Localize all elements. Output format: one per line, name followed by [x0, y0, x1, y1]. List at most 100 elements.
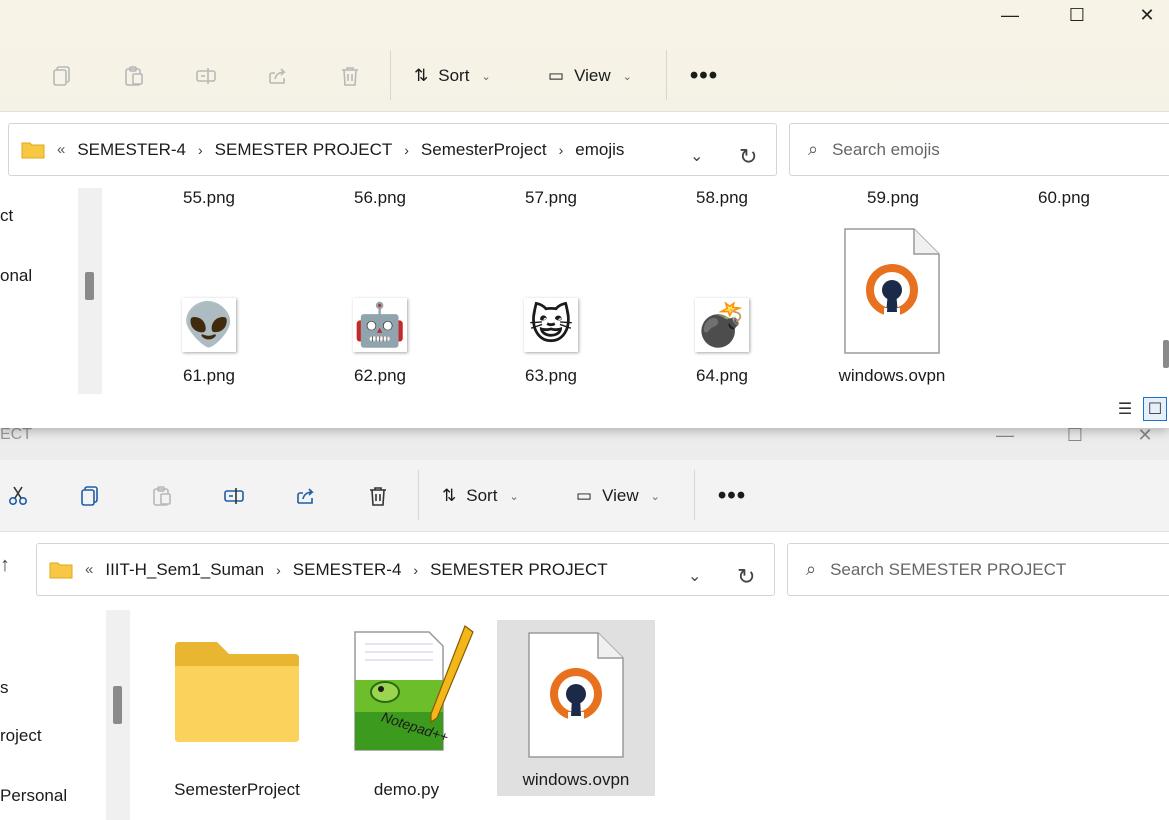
paste-button[interactable]	[144, 478, 180, 514]
breadcrumb-item[interactable]: SEMESTER-4	[77, 140, 186, 160]
nav-item[interactable]: onal	[0, 266, 32, 286]
nav-scrollbar[interactable]	[78, 188, 102, 394]
refresh-icon[interactable]: ↻	[739, 144, 757, 170]
file-item[interactable]: 💣 64.png	[672, 298, 772, 398]
view-button[interactable]: ▭ View ⌄	[576, 478, 660, 514]
file-list: 55.png 56.png 57.png 58.png 59.png 60.pn…	[104, 188, 1169, 428]
breadcrumb-item[interactable]: SEMESTER PROJECT	[430, 560, 608, 580]
search-placeholder: Search SEMESTER PROJECT	[830, 559, 1067, 579]
folder-icon	[21, 142, 45, 158]
breadcrumb-item[interactable]: SEMESTER-4	[293, 560, 402, 580]
folder-icon	[175, 642, 299, 742]
trash-icon	[370, 487, 386, 506]
nav-item[interactable]: s	[0, 678, 9, 698]
file-name: 57.png	[525, 188, 577, 207]
file-name: 56.png	[354, 188, 406, 207]
search-placeholder: Search emojis	[832, 139, 940, 159]
view-label: View	[574, 66, 611, 85]
large-icons-view-icon[interactable]: ☐	[1143, 397, 1167, 421]
robot-image-icon: 🤖	[353, 298, 407, 352]
sort-icon: ⇅	[414, 66, 429, 85]
share-icon	[297, 488, 314, 504]
address-bar[interactable]: « IIIT-H_Sem1_Suman › SEMESTER-4 › SEMES…	[36, 543, 775, 596]
file-name: demo.py	[373, 780, 440, 799]
maximize-button[interactable]: ☐	[1040, 428, 1110, 450]
toolbar-divider	[666, 50, 667, 100]
copy-icon	[81, 486, 98, 506]
refresh-icon[interactable]: ↻	[737, 564, 755, 590]
breadcrumb-overflow[interactable]: «	[85, 561, 93, 578]
trash-icon	[342, 67, 358, 86]
chevron-right-icon: ›	[404, 141, 409, 158]
breadcrumb-item[interactable]: IIIT-H_Sem1_Suman	[105, 560, 264, 580]
nav-item[interactable]: Personal	[0, 786, 67, 806]
minimize-button[interactable]: —	[970, 428, 1040, 450]
copy-icon	[53, 66, 70, 86]
paste-button[interactable]	[116, 58, 152, 94]
file-name: 62.png	[354, 366, 406, 385]
title-bar: — ☐ ✕	[0, 0, 1169, 40]
file-item[interactable]: 😺 63.png	[501, 298, 601, 398]
sort-button[interactable]: ⇅ Sort ⌄	[442, 478, 519, 514]
view-button[interactable]: ▭ View ⌄	[548, 58, 632, 94]
chevron-down-icon[interactable]: ⌄	[688, 566, 701, 586]
share-button[interactable]	[288, 478, 324, 514]
delete-button[interactable]	[360, 478, 396, 514]
chevron-right-icon: ›	[197, 141, 203, 158]
file-name: 63.png	[525, 366, 577, 385]
copy-button[interactable]	[44, 58, 80, 94]
file-list: SemesterProject Notepad++ demo.py window…	[132, 608, 1169, 820]
cat-image-icon: 😺	[524, 298, 578, 352]
breadcrumb-item[interactable]: SemesterProject	[421, 140, 547, 160]
cut-button[interactable]	[0, 478, 36, 514]
close-button[interactable]: ✕	[1112, 0, 1169, 30]
file-item[interactable]: 👽 61.png	[159, 298, 259, 398]
search-box[interactable]: ⌕ Search SEMESTER PROJECT	[787, 543, 1169, 596]
details-view-icon[interactable]: ☰	[1113, 397, 1137, 421]
navigation-pane: s roject Personal	[0, 608, 104, 820]
breadcrumb-item[interactable]: emojis	[575, 140, 624, 160]
address-bar[interactable]: « SEMESTER-4 › SEMESTER PROJECT › Semest…	[8, 123, 777, 176]
explorer-window-emojis: — ☐ ✕ ⇅ Sort ⌄ ▭ View ⌄ ••• « SEMESTER-4…	[0, 0, 1169, 428]
nav-scrollbar[interactable]	[106, 610, 130, 820]
folder-icon	[49, 562, 73, 578]
file-item[interactable]: 🤖 62.png	[330, 298, 430, 398]
file-name: 58.png	[696, 188, 748, 207]
nav-item[interactable]: ct	[0, 206, 13, 226]
sort-button[interactable]: ⇅ Sort ⌄	[414, 58, 491, 94]
chevron-right-icon: ›	[276, 561, 281, 578]
file-name: 60.png	[1038, 188, 1090, 207]
nav-item[interactable]: roject	[0, 726, 42, 746]
rename-button[interactable]	[188, 58, 224, 94]
delete-button[interactable]	[332, 58, 368, 94]
chevron-down-icon: ⌄	[650, 490, 660, 503]
chevron-down-icon[interactable]: ⌄	[690, 146, 703, 166]
chevron-right-icon: ›	[558, 141, 564, 158]
file-name: windows.ovpn	[838, 366, 946, 385]
address-row: ↑ « IIIT-H_Sem1_Suman › SEMESTER-4 › SEM…	[0, 532, 1169, 608]
file-item[interactable]: Notepad++ demo.py	[324, 618, 489, 799]
rename-button[interactable]	[216, 478, 252, 514]
file-item-selected[interactable]: windows.ovpn	[497, 620, 655, 796]
file-name: 59.png	[867, 188, 919, 207]
content-scrollbar-thumb[interactable]	[1163, 340, 1169, 368]
scrollbar-thumb[interactable]	[113, 686, 122, 724]
search-icon: ⌕	[806, 559, 817, 579]
breadcrumb-overflow[interactable]: «	[57, 141, 65, 158]
scrollbar-thumb[interactable]	[85, 272, 94, 300]
rename-icon	[224, 488, 244, 504]
close-button[interactable]: ✕	[1110, 428, 1169, 450]
maximize-button[interactable]: ☐	[1042, 0, 1112, 30]
file-item[interactable]: SemesterProject	[152, 618, 322, 799]
copy-button[interactable]	[72, 478, 108, 514]
see-more-button[interactable]: •••	[684, 58, 724, 94]
breadcrumb-item[interactable]: SEMESTER PROJECT	[215, 140, 393, 160]
up-arrow-icon[interactable]: ↑	[0, 554, 10, 577]
search-box[interactable]: ⌕ Search emojis	[789, 123, 1169, 176]
file-name: SemesterProject	[174, 780, 300, 799]
toolbar-divider	[694, 470, 695, 520]
minimize-button[interactable]: —	[975, 0, 1045, 30]
see-more-button[interactable]: •••	[712, 478, 752, 514]
file-item[interactable]: windows.ovpn	[822, 228, 962, 398]
share-button[interactable]	[260, 58, 296, 94]
